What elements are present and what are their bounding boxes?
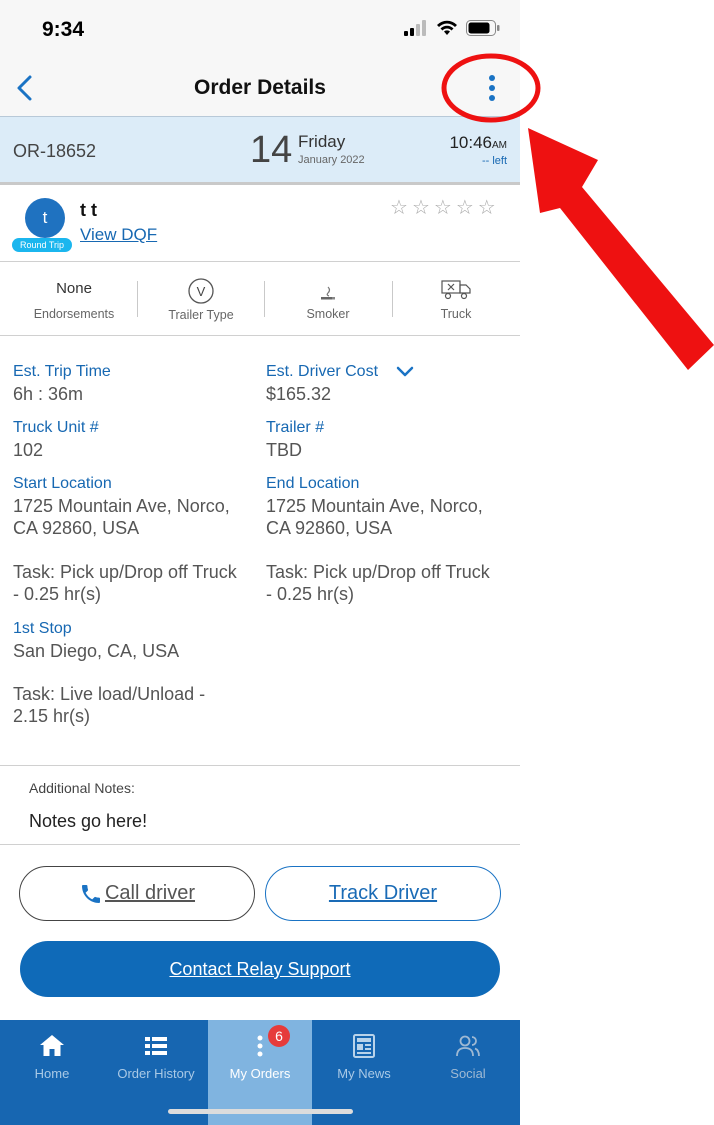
order-header: OR-18652 14 Friday January 2022 10:46AM … <box>0 116 520 185</box>
view-dqf-link[interactable]: View DQF <box>80 225 157 245</box>
order-day: 14 <box>250 129 293 171</box>
cellular-signal-icon <box>404 20 426 36</box>
status-time: 9:34 <box>42 18 85 41</box>
driver-row: t Round Trip t t View DQF ☆ ☆ ☆ ☆ ☆ <box>0 186 520 262</box>
end-task-line2: - 0.25 hr(s) <box>266 584 355 604</box>
truck-unit-value: 102 <box>13 440 44 460</box>
star-icon[interactable]: ☆ <box>434 198 452 218</box>
home-indicator <box>168 1109 353 1114</box>
my-orders-count-badge: 6 <box>268 1025 290 1047</box>
first-stop-value: San Diego, CA, USA <box>13 641 180 661</box>
order-time-left: -- left <box>481 155 507 167</box>
star-icon[interactable]: ☆ <box>412 198 430 218</box>
pointer-arrow <box>528 128 714 370</box>
start-task-line2: - 0.25 hr(s) <box>13 584 102 604</box>
rating-stars[interactable]: ☆ ☆ ☆ ☆ ☆ <box>390 198 496 218</box>
tab-social[interactable]: Social <box>416 1020 520 1125</box>
driver-name: t t <box>80 200 97 220</box>
track-driver-button[interactable]: Track Driver <box>265 866 501 921</box>
endorsements-value: None <box>56 280 92 297</box>
order-time-value: 10:46 <box>449 133 492 152</box>
wifi-icon <box>437 20 457 35</box>
status-bar: 9:34 <box>0 0 520 60</box>
stop-task-line1: Task: Live load/Unload - <box>13 684 206 704</box>
notes-label: Additional Notes: <box>29 780 135 796</box>
tab-order-history-label: Order History <box>117 1066 195 1081</box>
truck-cell: Truck <box>392 263 520 336</box>
start-task-line1: Task: Pick up/Drop off Truck <box>13 562 237 582</box>
phone-icon <box>81 884 100 903</box>
order-number: OR-18652 <box>13 141 97 161</box>
order-time-ampm: AM <box>492 140 507 151</box>
people-icon <box>456 1035 480 1057</box>
start-location-label: Start Location <box>13 475 112 492</box>
order-time: 10:46AM <box>449 133 507 153</box>
smoking-icon <box>321 286 335 300</box>
truck-label: Truck <box>440 307 472 321</box>
tab-my-orders-label: My Orders <box>229 1066 291 1081</box>
start-location-line1: 1725 Mountain Ave, Norco, <box>13 496 230 516</box>
status-icons <box>404 20 500 36</box>
trailer-number-label: Trailer # <box>266 419 325 436</box>
trailer-number-value: TBD <box>266 440 302 460</box>
truck-icon <box>441 280 471 300</box>
end-location-label: End Location <box>266 475 360 492</box>
page-title: Order Details <box>194 76 326 99</box>
star-icon[interactable]: ☆ <box>390 198 408 218</box>
contact-relay-support-button[interactable]: Contact Relay Support <box>20 941 500 997</box>
trailer-type-label: Trailer Type <box>168 308 234 322</box>
first-stop-label: 1st Stop <box>13 620 72 637</box>
tab-home[interactable]: Home <box>0 1020 104 1125</box>
smoker-label: Smoker <box>306 307 350 321</box>
tab-home-label: Home <box>34 1066 70 1081</box>
newspaper-icon <box>353 1034 375 1058</box>
driver-cost-label: Est. Driver Cost <box>266 363 379 380</box>
additional-notes-section: Additional Notes: Notes go here! <box>0 767 520 845</box>
end-task-line1: Task: Pick up/Drop off Truck <box>266 562 490 582</box>
tab-my-news-label: My News <box>337 1066 391 1081</box>
home-icon <box>40 1035 64 1056</box>
chevron-down-icon[interactable] <box>396 366 414 378</box>
round-trip-badge: Round Trip <box>12 238 73 252</box>
end-location-line1: 1725 Mountain Ave, Norco, <box>266 496 483 516</box>
list-icon <box>145 1037 167 1055</box>
trailer-type-cell: V Trailer Type <box>137 263 265 336</box>
smoker-cell: Smoker <box>264 263 392 336</box>
trip-time-label: Est. Trip Time <box>13 363 111 380</box>
call-driver-button[interactable]: Call driver <box>19 866 255 921</box>
star-icon[interactable]: ☆ <box>478 198 496 218</box>
nav-bar: Order Details <box>0 60 520 116</box>
trailer-type-letter: V <box>197 284 206 299</box>
order-weekday: Friday <box>298 132 346 151</box>
endorsements-cell: None Endorsements <box>10 263 138 336</box>
more-options-icon[interactable] <box>478 72 506 104</box>
battery-icon <box>466 20 500 36</box>
end-location-line2: CA 92860, USA <box>266 518 393 538</box>
trailer-type-icon: V <box>188 278 214 304</box>
phone-screen: 9:34 Order Details OR-18652 14 Friday Ja… <box>0 0 520 1125</box>
notes-value: Notes go here! <box>29 811 148 831</box>
driver-cost-value: $165.32 <box>266 384 332 404</box>
avatar: t <box>25 198 65 238</box>
stop-task-line2: 2.15 hr(s) <box>13 706 91 726</box>
endorsements-label: Endorsements <box>33 307 115 321</box>
attributes-row: None Endorsements V Trailer Type Smoker <box>0 263 520 336</box>
order-month-year: January 2022 <box>298 154 365 166</box>
call-driver-label: Call driver <box>104 882 196 904</box>
trip-time-value: 6h : 36m <box>13 384 84 404</box>
order-details-section: Est. Trip Time 6h : 36m Est. Driver Cost… <box>0 336 520 766</box>
start-location-line2: CA 92860, USA <box>13 518 140 538</box>
star-icon[interactable]: ☆ <box>456 198 474 218</box>
truck-unit-label: Truck Unit # <box>13 419 99 436</box>
tab-social-label: Social <box>450 1066 486 1081</box>
